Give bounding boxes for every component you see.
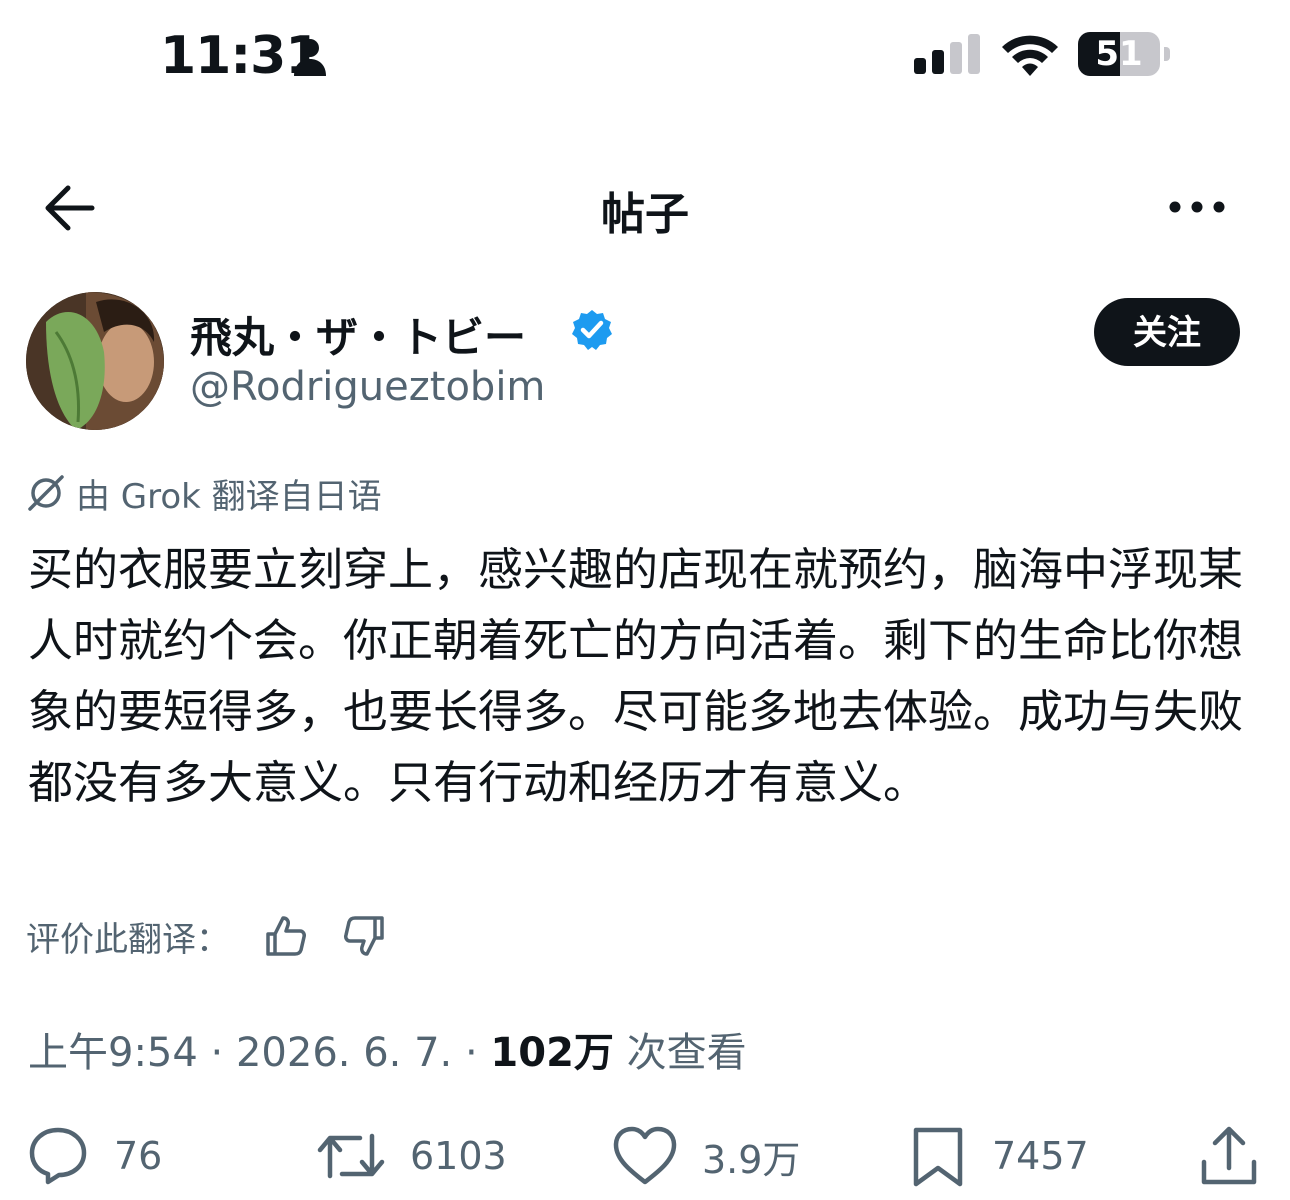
repost-button[interactable]: 6103 (316, 1118, 507, 1194)
bookmark-icon (913, 1127, 963, 1187)
rate-label: 评价此翻译： (26, 919, 230, 960)
avatar-image (26, 292, 164, 430)
page-title: 帖子 (601, 189, 689, 240)
like-count: 3.9万 (702, 1137, 801, 1182)
share-icon (1201, 1126, 1257, 1185)
person-icon (294, 39, 326, 76)
thumbs-down-button[interactable] (336, 908, 392, 964)
post-meta: 上午9:54 · 2026. 6. 7. · 102万 次查看 (28, 1020, 747, 1078)
rate-translation: 评价此翻译： (26, 908, 414, 964)
translate-slash-icon (28, 475, 64, 511)
signal-icon (914, 34, 980, 74)
repost-icon (317, 1133, 385, 1179)
battery-icon: 51 (1078, 32, 1174, 80)
more-button[interactable] (1166, 190, 1228, 224)
reply-button[interactable]: 76 (26, 1118, 162, 1194)
status-bar: 11:31 51 (0, 0, 1290, 110)
author-name[interactable]: 飛丸・ザ・トビー (190, 304, 526, 365)
thumbs-up-icon (266, 916, 306, 956)
action-bar: 76 6103 3.9万 7457 (0, 1118, 1290, 1194)
battery-level: 51 (1095, 34, 1143, 74)
post-time: 上午9:54 (28, 1030, 198, 1076)
thumbs-down-icon (344, 916, 384, 956)
follow-button[interactable]: 关注 (1094, 298, 1240, 366)
bookmark-count: 7457 (992, 1134, 1089, 1178)
like-button[interactable]: 3.9万 (612, 1118, 800, 1194)
views-label: 次查看 (626, 1030, 747, 1076)
translation-note: 由 Grok 翻译自日语 (26, 468, 382, 518)
meta-separator: · (464, 1030, 478, 1076)
bookmark-button[interactable]: 7457 (908, 1118, 1089, 1194)
thumbs-up-button[interactable] (258, 908, 314, 964)
heart-icon (613, 1126, 677, 1185)
share-button[interactable] (1198, 1118, 1260, 1194)
author-handle[interactable]: @Rodrigueztobim (190, 364, 545, 410)
meta-separator: · (210, 1030, 224, 1076)
reply-icon (29, 1127, 87, 1185)
repost-count: 6103 (410, 1134, 507, 1178)
translation-note-text: 由 Grok 翻译自日语 (76, 476, 382, 517)
wifi-icon (1002, 35, 1058, 76)
avatar[interactable] (26, 292, 164, 430)
post-text: 买的衣服要立刻穿上，感兴趣的店现在就预约，脑海中浮现某人时就约个会。你正朝着死亡… (28, 543, 1244, 809)
views-count[interactable]: 102万 (490, 1030, 614, 1076)
reply-count: 76 (114, 1134, 163, 1178)
verified-badge-icon (572, 310, 612, 350)
post-date: 2026. 6. 7. (235, 1030, 453, 1076)
more-icon (1169, 201, 1225, 213)
